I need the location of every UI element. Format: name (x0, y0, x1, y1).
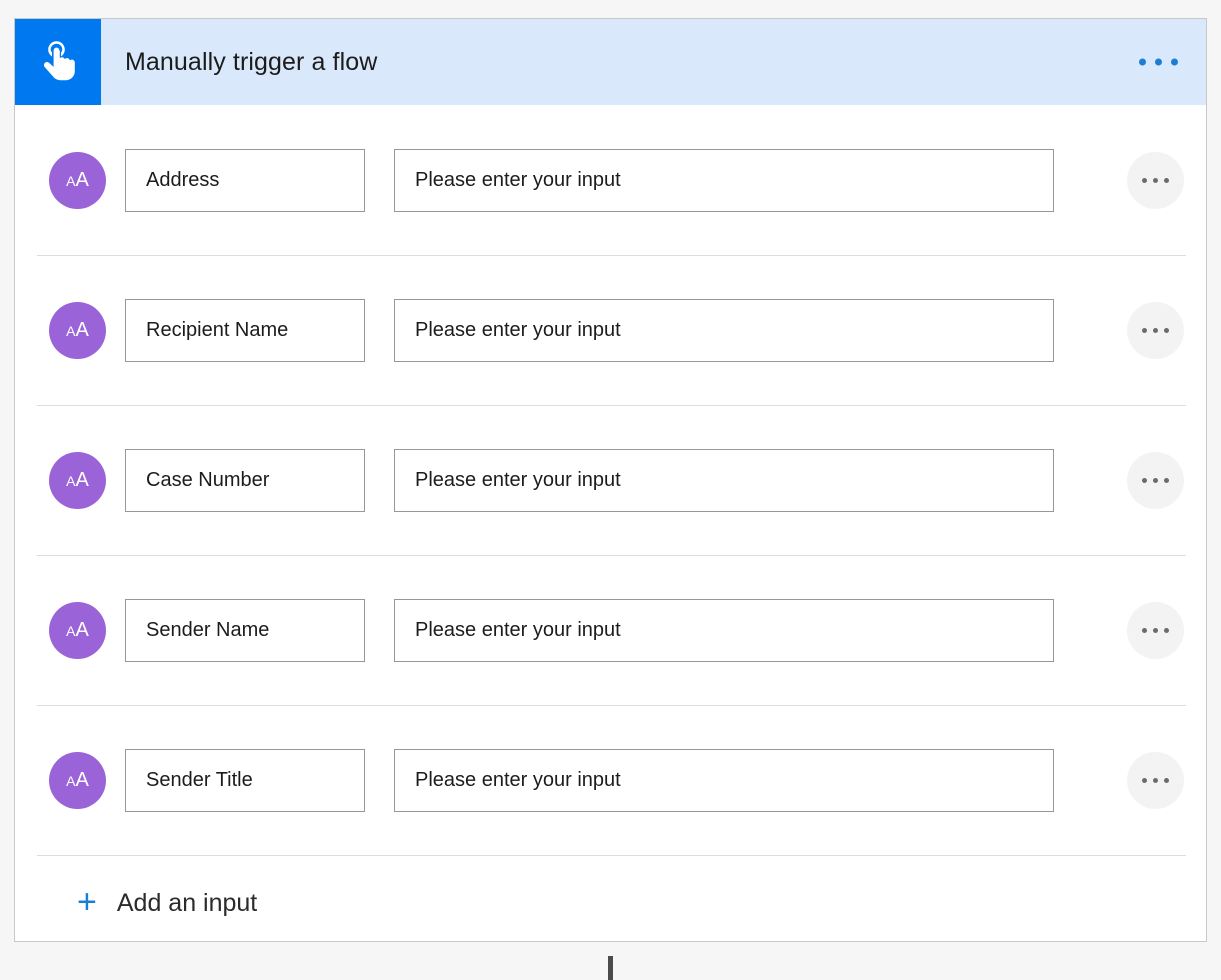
ellipsis-dot (1164, 627, 1169, 633)
ellipsis-dot (1164, 477, 1169, 483)
avatar-glyph-big: A (75, 619, 89, 641)
input-row: AA Recipient Name Please enter your inpu… (15, 255, 1206, 405)
add-input-button[interactable]: + Add an input (15, 855, 1206, 951)
ellipsis-dot (1153, 327, 1158, 333)
input-row-menu-button[interactable] (1127, 451, 1184, 509)
ellipsis-dot (1142, 177, 1147, 183)
input-row-menu-button[interactable] (1127, 151, 1184, 209)
input-row: AA Case Number Please enter your input (15, 405, 1206, 555)
avatar-glyph-big: A (75, 169, 89, 191)
ellipsis-dot (1153, 477, 1158, 483)
ellipsis-dot (1171, 58, 1178, 66)
card-menu-button[interactable] (1133, 51, 1184, 74)
avatar-glyph-small: A (66, 323, 76, 339)
tap-hand-icon (15, 19, 101, 105)
ellipsis-dot (1139, 58, 1146, 66)
input-value-field[interactable]: Please enter your input (394, 598, 1054, 662)
add-input-label: Add an input (116, 888, 258, 917)
text-type-icon: AA (49, 451, 106, 509)
text-type-icon: AA (49, 301, 106, 359)
text-type-icon: AA (49, 151, 106, 209)
ellipsis-dot (1142, 777, 1147, 783)
ellipsis-dot (1155, 58, 1162, 66)
input-row-menu-button[interactable] (1127, 301, 1184, 359)
input-row: AA Sender Name Please enter your input (15, 555, 1206, 705)
input-value-field[interactable]: Please enter your input (394, 448, 1054, 512)
avatar-glyph-small: A (66, 773, 76, 789)
ellipsis-dot (1164, 777, 1169, 783)
input-name-field[interactable]: Recipient Name (125, 298, 365, 362)
text-type-icon: AA (49, 751, 106, 809)
input-row: AA Address Please enter your input (15, 105, 1206, 255)
input-name-field[interactable]: Sender Name (125, 598, 365, 662)
avatar-glyph-big: A (75, 769, 89, 791)
ellipsis-dot (1164, 327, 1169, 333)
input-name-field[interactable]: Sender Title (125, 748, 365, 812)
ellipsis-dot (1142, 627, 1147, 633)
avatar-glyph-big: A (75, 469, 89, 491)
ellipsis-dot (1142, 327, 1147, 333)
avatar-glyph-small: A (66, 473, 76, 489)
flow-trigger-card: Manually trigger a flow AA Address Pleas… (14, 18, 1207, 942)
input-row-menu-button[interactable] (1127, 751, 1184, 809)
input-name-field[interactable]: Address (125, 148, 365, 212)
ellipsis-dot (1164, 177, 1169, 183)
input-row-menu-button[interactable] (1127, 601, 1184, 659)
ellipsis-dot (1153, 777, 1158, 783)
flow-connector-line (608, 956, 613, 980)
avatar-glyph-big: A (75, 319, 89, 341)
ellipsis-dot (1153, 177, 1158, 183)
avatar-glyph-small: A (66, 623, 76, 639)
input-value-field[interactable]: Please enter your input (394, 298, 1054, 362)
input-name-field[interactable]: Case Number (125, 448, 365, 512)
ellipsis-dot (1142, 477, 1147, 483)
plus-icon: + (77, 882, 97, 921)
input-row: AA Sender Title Please enter your input (15, 705, 1206, 855)
ellipsis-dot (1153, 627, 1158, 633)
input-value-field[interactable]: Please enter your input (394, 748, 1054, 812)
card-title: Manually trigger a flow (125, 47, 378, 76)
avatar-glyph-small: A (66, 173, 76, 189)
card-header[interactable]: Manually trigger a flow (15, 19, 1206, 105)
text-type-icon: AA (49, 601, 106, 659)
input-value-field[interactable]: Please enter your input (394, 148, 1054, 212)
card-body: AA Address Please enter your input AA Re… (15, 105, 1206, 951)
